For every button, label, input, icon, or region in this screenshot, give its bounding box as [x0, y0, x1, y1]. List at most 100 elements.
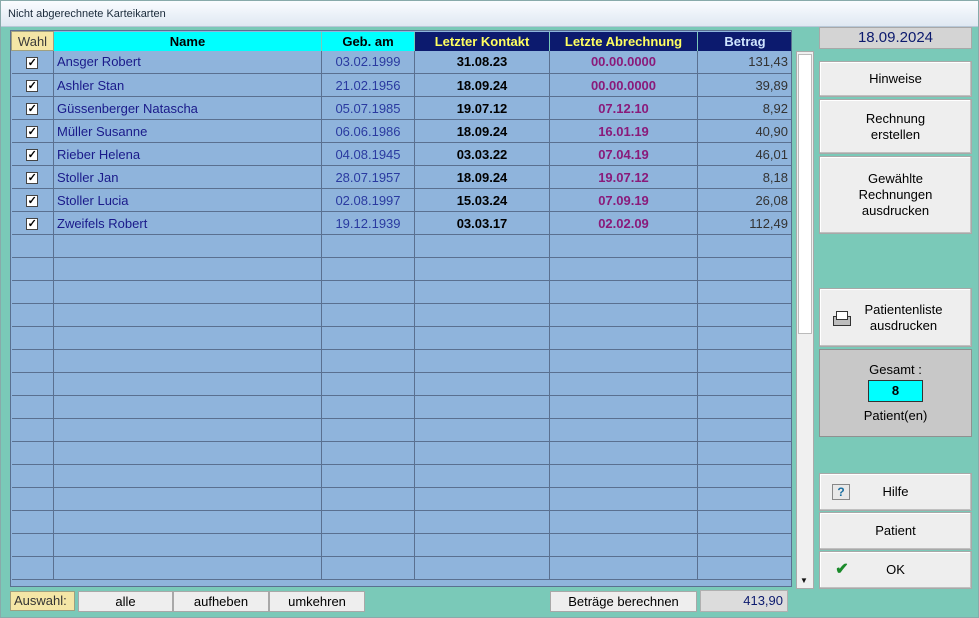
checkbox[interactable]: ✓: [26, 172, 39, 185]
empty-cell: [549, 556, 698, 580]
calculate-amounts-button[interactable]: Beträge berechnen: [550, 591, 697, 612]
table-row[interactable]: ✓ Ashler Stan 21.02.1956 18.09.24 00.00.0000…: [11, 73, 791, 97]
cell-kontakt: 15.03.24: [414, 188, 550, 212]
cell-abrechnung: 16.01.19: [549, 119, 698, 143]
row-checkbox[interactable]: ✓: [11, 50, 54, 74]
checkbox[interactable]: ✓: [26, 57, 39, 70]
empty-cell: [321, 234, 415, 258]
empty-cell: [414, 533, 550, 557]
empty-cell: [414, 349, 550, 373]
rechnung-erstellen-button[interactable]: Rechnung erstellen: [819, 99, 972, 154]
deselect-all-button[interactable]: aufheben: [173, 591, 269, 612]
cell-abrechnung: 07.04.19: [549, 142, 698, 166]
column-header-abrechnung[interactable]: Letzte Abrechnung: [549, 31, 698, 51]
rechnungen-ausdrucken-button[interactable]: Gewählte Rechnungen ausdrucken: [819, 156, 972, 234]
empty-cell: [414, 510, 550, 534]
printer-icon: [832, 310, 851, 326]
empty-cell: [53, 372, 322, 396]
row-checkbox[interactable]: ✓: [11, 119, 54, 143]
empty-cell: [549, 303, 698, 327]
empty-cell: [549, 280, 698, 304]
empty-cell: [53, 234, 322, 258]
empty-cell: [53, 487, 322, 511]
empty-cell: [414, 556, 550, 580]
hilfe-label: Hilfe: [882, 484, 909, 499]
empty-cell: [53, 326, 322, 350]
ok-button[interactable]: ✔ OK: [819, 551, 972, 589]
cell-kontakt: 18.09.24: [414, 119, 550, 143]
cell-name: Müller Susanne: [53, 119, 322, 143]
invert-selection-button[interactable]: umkehren: [269, 591, 365, 612]
empty-cell: [321, 441, 415, 465]
cell-name: Stoller Jan: [53, 165, 322, 189]
column-header-name[interactable]: Name: [53, 31, 322, 51]
empty-cell: [549, 395, 698, 419]
empty-row: [11, 464, 791, 488]
cell-abrechnung: 19.07.12: [549, 165, 698, 189]
row-checkbox[interactable]: ✓: [11, 211, 54, 235]
row-checkbox[interactable]: ✓: [11, 188, 54, 212]
empty-cell: [697, 372, 791, 396]
patienten-label: Patient(en): [863, 408, 928, 423]
empty-cell: [321, 487, 415, 511]
row-checkbox[interactable]: ✓: [11, 96, 54, 120]
patient-count: 8: [868, 380, 923, 402]
cell-geb: 19.12.1939: [321, 211, 415, 235]
checkbox[interactable]: ✓: [26, 80, 39, 93]
table-row[interactable]: ✓ Stoller Lucia 02.08.1997 15.03.24 07.09.19…: [11, 188, 791, 212]
checkbox[interactable]: ✓: [26, 195, 39, 208]
hilfe-button[interactable]: ? Hilfe: [819, 473, 972, 511]
empty-row: [11, 556, 791, 580]
row-checkbox[interactable]: ✓: [11, 142, 54, 166]
table-row[interactable]: ✓ Stoller Jan 28.07.1957 18.09.24 19.07.12 8,…: [11, 165, 791, 189]
cell-name: Ashler Stan: [53, 73, 322, 97]
table-row[interactable]: ✓ Müller Susanne 06.06.1986 18.09.24 16.01.1…: [11, 119, 791, 143]
checkbox[interactable]: ✓: [26, 126, 39, 139]
checkbox[interactable]: ✓: [26, 218, 39, 231]
cell-betrag: 26,08: [697, 188, 791, 212]
row-checkbox[interactable]: ✓: [11, 165, 54, 189]
column-header-geb[interactable]: Geb. am: [321, 31, 415, 51]
empty-cell: [549, 326, 698, 350]
patient-button[interactable]: Patient: [819, 512, 972, 550]
empty-cell: [11, 372, 54, 396]
column-header-kontakt[interactable]: Letzter Kontakt: [414, 31, 550, 51]
table-row[interactable]: ✓ Rieber Helena 04.08.1945 03.03.22 07.04.19…: [11, 142, 791, 166]
current-date: 18.09.2024: [819, 27, 972, 49]
cell-kontakt: 18.09.24: [414, 73, 550, 97]
empty-cell: [53, 395, 322, 419]
column-header-wahl[interactable]: Wahl: [11, 31, 54, 51]
grid-scrollbar[interactable]: ▼: [796, 51, 814, 589]
empty-cell: [321, 418, 415, 442]
cell-abrechnung: 07.12.10: [549, 96, 698, 120]
scrollbar-thumb[interactable]: [798, 54, 812, 334]
empty-row: [11, 418, 791, 442]
hinweise-button[interactable]: Hinweise: [819, 61, 972, 97]
empty-cell: [321, 303, 415, 327]
table-row[interactable]: ✓ Güssenberger Natascha 05.07.1985 19.07.12…: [11, 96, 791, 120]
checkmark-icon: ✔: [835, 561, 849, 578]
empty-cell: [414, 234, 550, 258]
cell-abrechnung: 07.09.19: [549, 188, 698, 212]
checkbox[interactable]: ✓: [26, 103, 39, 116]
checkbox[interactable]: ✓: [26, 149, 39, 162]
scroll-down-arrow-icon[interactable]: ▼: [800, 576, 808, 585]
cell-geb: 04.08.1945: [321, 142, 415, 166]
patientenliste-button[interactable]: Patientenliste ausdrucken: [819, 288, 972, 347]
cell-name: Stoller Lucia: [53, 188, 322, 212]
cell-geb: 02.08.1997: [321, 188, 415, 212]
empty-cell: [697, 487, 791, 511]
select-all-button[interactable]: alle: [78, 591, 173, 612]
cell-abrechnung: 00.00.0000: [549, 50, 698, 74]
table-row[interactable]: ✓ Zweifels Robert 19.12.1939 03.03.17 02.02.…: [11, 211, 791, 235]
cell-betrag: 8,92: [697, 96, 791, 120]
column-header-betrag[interactable]: Betrag: [697, 31, 791, 51]
auswahl-label: Auswahl:: [10, 591, 75, 611]
empty-cell: [53, 280, 322, 304]
row-checkbox[interactable]: ✓: [11, 73, 54, 97]
cell-betrag: 112,49: [697, 211, 791, 235]
main-window: Nicht abgerechnete Karteikarten Wahl Nam…: [0, 0, 979, 618]
cell-geb: 28.07.1957: [321, 165, 415, 189]
empty-cell: [414, 372, 550, 396]
table-row[interactable]: ✓ Ansger Robert 03.02.1999 31.08.23 00.00.00…: [11, 50, 791, 74]
